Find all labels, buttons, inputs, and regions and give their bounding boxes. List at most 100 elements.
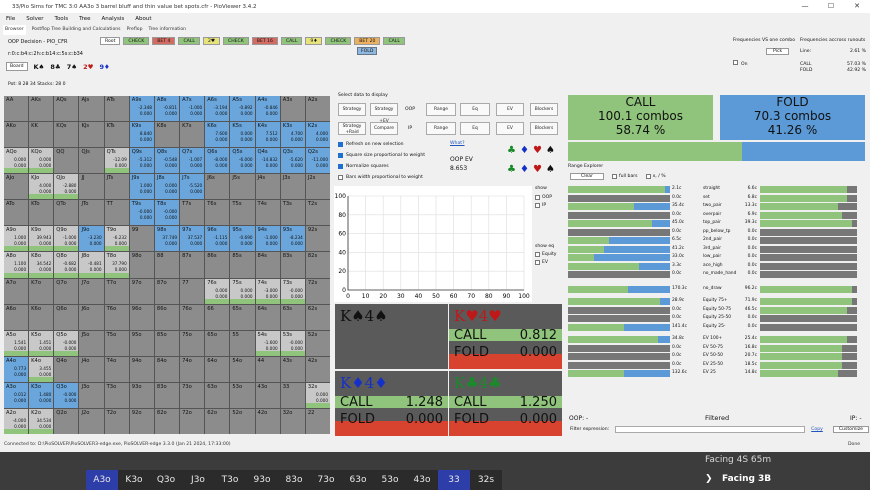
hand-cell[interactable]: T8s -0.000 0.000 (154, 200, 180, 226)
suit-diamond-icon[interactable]: ♦ (520, 145, 529, 156)
hand-cell[interactable]: 94s -1.000 0.000 (255, 226, 280, 252)
hand-cell[interactable]: J8s 0.000 0.000 (154, 174, 180, 200)
hand-cell[interactable]: 99 (129, 226, 154, 252)
hand-cell[interactable]: 43s (280, 356, 305, 382)
hand-cell[interactable]: K6s 7.600 0.000 (205, 122, 230, 148)
display-btn-eq[interactable]: Eq (460, 122, 490, 135)
hand-cell[interactable]: A7o (4, 278, 29, 304)
hand-cell[interactable]: 92s (305, 226, 330, 252)
hand-cell[interactable]: K5o 1.451 0.000 (29, 330, 54, 356)
hand-cell[interactable]: 93o (129, 382, 154, 408)
checkbox[interactable] (535, 260, 540, 265)
action-node[interactable]: BET 16 (251, 37, 278, 45)
hand-cell[interactable]: 65s (230, 304, 255, 330)
copy-link[interactable]: Copy (811, 427, 823, 432)
hand-cell[interactable]: JTs (104, 174, 129, 200)
hand-cell[interactable]: TT (104, 200, 129, 226)
range-row[interactable]: 2.1c straight 6.6c (568, 186, 860, 193)
range-row[interactable]: 132.6c EV 25 14.8c (568, 370, 860, 377)
hand-cell[interactable]: A6s -3.194 0.000 (205, 96, 230, 122)
minimize-button[interactable]: — (792, 0, 818, 13)
hand-cell[interactable]: K9o 39.943 0.000 (29, 226, 54, 252)
hand-cell[interactable]: 44 (255, 356, 280, 382)
hand-cell[interactable]: T4s (255, 200, 280, 226)
display-btn-strategy[interactable]: Strategy (338, 103, 366, 116)
hand-cell[interactable]: K9s 8.840 0.000 (129, 122, 154, 148)
hand-cell[interactable]: QJs (79, 148, 104, 174)
hand-cell[interactable]: 22 (305, 408, 330, 434)
call-summary[interactable]: CALL 100.1 combos 58.74 % (568, 95, 713, 140)
on-toggle[interactable]: On (733, 60, 748, 67)
hand-cell[interactable]: QTo (54, 200, 79, 226)
hand-cell[interactable]: A8s -0.811 0.000 (154, 96, 180, 122)
hand-cell[interactable]: Q6s -8.000 0.000 (205, 148, 230, 174)
hand-cell[interactable]: T5s (230, 200, 255, 226)
hand-cell[interactable]: K8o 34.542 0.000 (29, 252, 54, 278)
hand-cell[interactable]: Q2s -11.000 0.000 (305, 148, 330, 174)
hand-cell[interactable]: T3s (280, 200, 305, 226)
fold-node-tag[interactable]: FOLD (357, 47, 378, 55)
hand-cell[interactable]: A2s (305, 96, 330, 122)
hand-cell[interactable]: Q9o -1.000 0.000 (54, 226, 79, 252)
hand-cell[interactable]: K4s 7.512 0.000 (255, 122, 280, 148)
hand-cell[interactable]: Q7o (54, 278, 79, 304)
action-node[interactable]: 9♦ (305, 37, 323, 45)
hand-cell[interactable]: J8o -0.481 0.000 (79, 252, 104, 278)
hand-cell[interactable]: T8o 37.790 0.000 (104, 252, 129, 278)
hand-cell[interactable]: 43o (255, 382, 280, 408)
hand-cell[interactable]: 73s -0.000 0.000 (280, 278, 305, 304)
hand-tab[interactable]: A3o (86, 470, 118, 490)
action-node[interactable]: CHECK (222, 37, 249, 45)
hand-cell[interactable]: 62s (305, 304, 330, 330)
hand-cell[interactable]: A9s -2.348 0.000 (129, 96, 154, 122)
show-option[interactable]: IP (535, 203, 546, 208)
hand-cell[interactable]: K7s (180, 122, 205, 148)
hand-cell[interactable]: AA (4, 96, 29, 122)
hand-cell[interactable]: 66 (205, 304, 230, 330)
hand-cell[interactable]: KJs (79, 122, 104, 148)
hand-cell[interactable]: QJo -2.880 0.000 (54, 174, 79, 200)
hand-cell[interactable]: A6o (4, 304, 29, 330)
hand-cell[interactable]: J7s -5.520 0.000 (180, 174, 205, 200)
hand-cell[interactable]: J4o (79, 356, 104, 382)
range-row[interactable]: 35.4c two_pair 13.3c (568, 203, 860, 210)
hand-tab[interactable]: K3o (118, 470, 150, 490)
hand-cell[interactable]: K8s (154, 122, 180, 148)
hand-cell[interactable]: K7o (29, 278, 54, 304)
hand-cell[interactable]: 52s (305, 330, 330, 356)
hand-cell[interactable]: 63s (280, 304, 305, 330)
hand-cell[interactable]: 85o (154, 330, 180, 356)
what-link[interactable]: What? (450, 141, 465, 146)
pick-button[interactable]: Pick (766, 48, 790, 55)
hand-cell[interactable]: T9s -0.000 0.000 (129, 200, 154, 226)
checkbox[interactable] (535, 203, 540, 208)
menu-file[interactable]: File (6, 14, 15, 24)
hand-tab[interactable]: 63o (342, 470, 374, 490)
display-btn-blockers[interactable]: Blockers (530, 103, 558, 116)
hand-cell[interactable]: Q6o (54, 304, 79, 330)
hand-cell[interactable]: 86o (154, 304, 180, 330)
combo-panel[interactable]: K♥4♥ CALL 0.812 FOLD 0.000 (449, 304, 562, 369)
hand-cell[interactable]: 32s 0.000 0.000 (305, 382, 330, 408)
maximize-button[interactable]: ☐ (818, 0, 844, 13)
hand-cell[interactable]: Q4s -14.832 0.000 (255, 148, 280, 174)
customize-button[interactable]: Customize (832, 426, 869, 433)
tab-2[interactable]: Preflop (127, 25, 143, 35)
hand-cell[interactable]: 72o (180, 408, 205, 434)
hand-cell[interactable]: A7s -1.000 0.000 (180, 96, 205, 122)
suit-club-icon[interactable]: ♣ (507, 164, 516, 175)
hand-cell[interactable]: 83o (154, 382, 180, 408)
hand-cell[interactable]: KQs (54, 122, 79, 148)
hand-cell[interactable]: 33 (280, 382, 305, 408)
hand-cell[interactable]: K2o 34.534 0.000 (29, 408, 54, 434)
hand-cell[interactable]: KK (29, 122, 54, 148)
hand-cell[interactable]: 76s 0.000 0.000 (205, 278, 230, 304)
hand-cell[interactable]: 62o (205, 408, 230, 434)
hand-cell[interactable]: KQo 0.000 0.000 (29, 148, 54, 174)
action-node[interactable]: CHECK (123, 37, 150, 45)
hand-cell[interactable]: Q2o (54, 408, 79, 434)
hand-cell[interactable]: T4o (104, 356, 129, 382)
board-button[interactable]: Board (6, 62, 28, 71)
hand-cell[interactable]: AJo (4, 174, 29, 200)
hand-cell[interactable]: 88 (154, 252, 180, 278)
